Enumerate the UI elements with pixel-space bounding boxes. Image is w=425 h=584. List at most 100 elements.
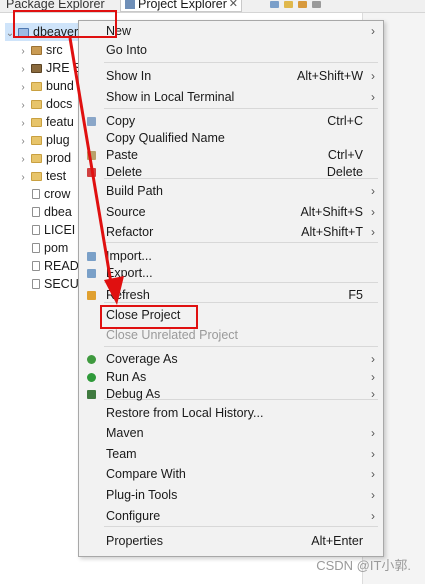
filter-icon[interactable] bbox=[298, 1, 307, 8]
submenu-arrow-icon: › bbox=[371, 205, 375, 219]
menu-item-source[interactable]: Source Alt+Shift+S › bbox=[79, 203, 383, 222]
menu-item-shortcut: F5 bbox=[348, 288, 363, 302]
folder-icon bbox=[31, 136, 42, 145]
library-icon bbox=[31, 64, 42, 73]
close-icon[interactable]: ✕ bbox=[229, 0, 238, 12]
menu-item-build-path[interactable]: Build Path › bbox=[79, 182, 383, 201]
menu-item-debug-as[interactable]: Debug As › bbox=[79, 385, 383, 404]
menu-item-shortcut: Alt+Shift+T bbox=[301, 225, 363, 239]
collapse-all-icon[interactable] bbox=[270, 1, 279, 8]
folder-icon bbox=[31, 82, 42, 91]
submenu-arrow-icon: › bbox=[371, 24, 375, 38]
debug-icon bbox=[87, 390, 96, 399]
menu-item-label: Export... bbox=[106, 266, 153, 280]
menu-item-label: Compare With bbox=[106, 467, 186, 481]
tree-item[interactable]: › featu bbox=[18, 113, 74, 131]
menu-item-show-in[interactable]: Show In Alt+Shift+W › bbox=[79, 67, 383, 86]
tree-item[interactable]: › test bbox=[18, 167, 66, 185]
file-icon bbox=[32, 207, 40, 217]
tree-item[interactable]: › bund bbox=[18, 77, 73, 95]
menu-item-label: Close Project bbox=[106, 308, 181, 322]
menu-item-refactor[interactable]: Refactor Alt+Shift+T › bbox=[79, 223, 383, 242]
tree-item-label: pom bbox=[44, 241, 69, 255]
tree-item[interactable]: crow bbox=[18, 185, 70, 203]
tree-item[interactable]: dbea bbox=[18, 203, 72, 221]
view-tab-bar: Package Explorer Project Explorer ✕ bbox=[0, 0, 425, 13]
menu-separator bbox=[104, 346, 378, 347]
menu-separator bbox=[104, 108, 378, 109]
refresh-icon bbox=[87, 291, 96, 300]
tree-item[interactable]: SECU bbox=[18, 275, 79, 293]
tree-item-label: prod bbox=[46, 151, 72, 165]
tree-item-label: dbea bbox=[44, 205, 72, 219]
menu-item-label: Configure bbox=[106, 509, 161, 523]
tree-item[interactable]: › plug bbox=[18, 131, 69, 149]
tree-item-label: src bbox=[46, 43, 63, 57]
folder-icon bbox=[31, 172, 42, 181]
tab-project-explorer[interactable]: Project Explorer ✕ bbox=[120, 0, 242, 12]
tree-item-label: dbeaver bbox=[33, 25, 79, 39]
menu-item-label: Properties bbox=[106, 534, 163, 548]
import-icon bbox=[87, 252, 96, 261]
link-editor-icon[interactable] bbox=[284, 1, 293, 8]
menu-item-configure[interactable]: Configure › bbox=[79, 507, 383, 526]
menu-item-team[interactable]: Team › bbox=[79, 445, 383, 464]
export-icon bbox=[87, 269, 96, 278]
tree-item-label: docs bbox=[46, 97, 73, 111]
menu-item-refresh[interactable]: Refresh F5 bbox=[79, 286, 383, 305]
tree-item-label: SECU bbox=[44, 277, 79, 291]
run-icon bbox=[87, 373, 96, 382]
tree-item[interactable]: › docs bbox=[18, 95, 72, 113]
file-icon bbox=[32, 225, 40, 235]
view-menu-icon[interactable] bbox=[312, 1, 321, 8]
menu-item-export[interactable]: Export... bbox=[79, 264, 383, 283]
tree-item-root[interactable]: ⌄ dbeaver bbox=[5, 23, 83, 43]
delete-icon bbox=[87, 168, 96, 177]
tree-item[interactable]: READ bbox=[18, 257, 79, 275]
submenu-arrow-icon: › bbox=[371, 426, 375, 440]
menu-item-go-into[interactable]: Go Into bbox=[79, 41, 383, 60]
tree-item[interactable]: pom bbox=[18, 239, 68, 257]
menu-item-plug-in-tools[interactable]: Plug-in Tools › bbox=[79, 486, 383, 505]
menu-item-properties[interactable]: Properties Alt+Enter bbox=[79, 532, 383, 551]
expander-icon[interactable]: ⌄ bbox=[5, 25, 15, 43]
tree-item[interactable]: LICEI bbox=[18, 221, 75, 239]
paste-icon bbox=[87, 151, 96, 160]
menu-item-label: Team bbox=[106, 447, 137, 461]
folder-icon bbox=[31, 118, 42, 127]
menu-item-close-project[interactable]: Close Project bbox=[79, 306, 383, 325]
file-icon bbox=[32, 279, 40, 289]
tree-item[interactable]: › JRE S bbox=[18, 59, 81, 77]
submenu-arrow-icon: › bbox=[371, 387, 375, 401]
menu-item-compare-with[interactable]: Compare With › bbox=[79, 465, 383, 484]
file-icon bbox=[32, 243, 40, 253]
menu-item-delete[interactable]: Delete Delete bbox=[79, 163, 383, 182]
submenu-arrow-icon: › bbox=[371, 488, 375, 502]
menu-item-show-in-local-terminal[interactable]: Show in Local Terminal › bbox=[79, 88, 383, 107]
submenu-arrow-icon: › bbox=[371, 225, 375, 239]
folder-icon bbox=[31, 154, 42, 163]
menu-item-label: Go Into bbox=[106, 43, 147, 57]
submenu-arrow-icon: › bbox=[371, 467, 375, 481]
tab-package-explorer[interactable]: Package Explorer bbox=[6, 0, 105, 12]
menu-item-new[interactable]: New › bbox=[79, 22, 383, 41]
tree-item[interactable]: › src bbox=[18, 41, 63, 59]
package-folder-icon bbox=[31, 46, 42, 55]
menu-item-label: Show In bbox=[106, 69, 152, 83]
menu-item-maven[interactable]: Maven › bbox=[79, 424, 383, 443]
tree-item-label: test bbox=[46, 169, 67, 183]
folder-icon bbox=[31, 100, 42, 109]
submenu-arrow-icon: › bbox=[371, 447, 375, 461]
menu-separator bbox=[104, 526, 378, 527]
tree-item[interactable]: › prod bbox=[18, 149, 71, 167]
file-icon bbox=[32, 189, 40, 199]
menu-item-label: Maven bbox=[106, 426, 144, 440]
watermark: CSDN @IT小郭. bbox=[316, 558, 411, 573]
tab-project-explorer-label: Project Explorer bbox=[138, 0, 227, 11]
menu-item-restore-from-local-history[interactable]: Restore from Local History... bbox=[79, 404, 383, 423]
menu-item-label: Delete bbox=[106, 165, 143, 179]
menu-item-coverage-as[interactable]: Coverage As › bbox=[79, 350, 383, 369]
tree-item-label: featu bbox=[46, 115, 74, 129]
menu-item-label: Source bbox=[106, 205, 146, 219]
menu-item-label: Restore from Local History... bbox=[106, 406, 264, 420]
